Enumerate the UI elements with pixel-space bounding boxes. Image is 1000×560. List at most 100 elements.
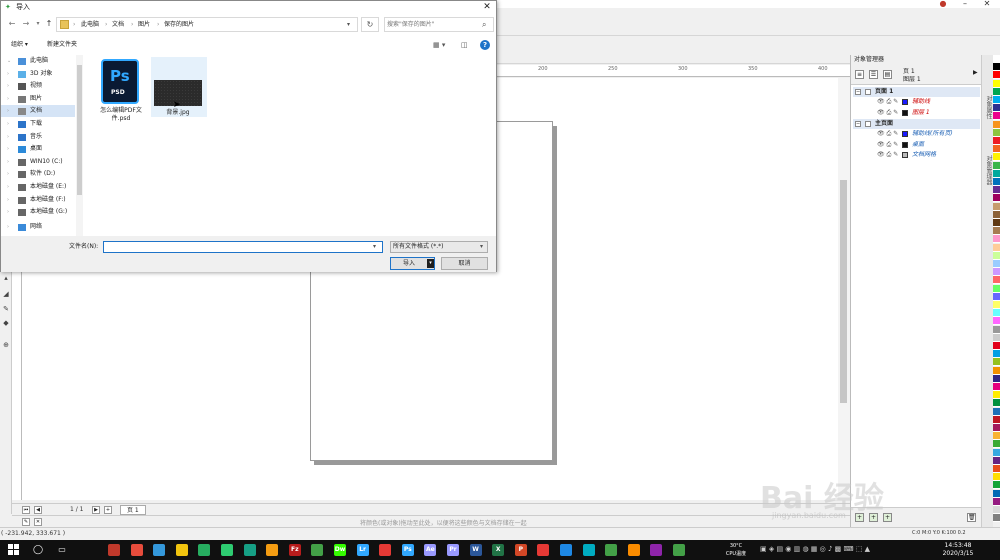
taskbar-app-icon[interactable]	[198, 544, 211, 556]
palette-swatch[interactable]	[993, 424, 1000, 432]
nav-item[interactable]: › WIN10 (C:)	[1, 156, 75, 168]
palette-swatch[interactable]	[993, 456, 1000, 465]
taskbar-app-icon[interactable]	[266, 544, 279, 556]
object-page-row[interactable]: − 主页面	[853, 118, 980, 129]
nav-item[interactable]: › 下载	[1, 118, 75, 130]
palette-swatch[interactable]	[993, 383, 1000, 391]
eyedropper-tool-icon[interactable]: ✎	[2, 305, 10, 313]
eyedropper-icon[interactable]: ✎	[22, 518, 30, 526]
taskbar-app-icon[interactable]	[243, 544, 256, 556]
palette-swatch[interactable]	[993, 276, 1000, 285]
palette-swatch[interactable]	[993, 87, 1000, 96]
import-options-dropdown-icon[interactable]: ▾	[427, 259, 434, 268]
palette-swatch[interactable]	[993, 145, 1000, 154]
interactive-fill-icon[interactable]: ◆	[2, 319, 10, 327]
filetype-select[interactable]: 所有文件格式 (*.*) ▾	[390, 241, 488, 253]
chevron-icon[interactable]: ›	[7, 93, 9, 105]
taskbar-app-icon[interactable]	[379, 544, 392, 556]
address-bar[interactable]: › 此电脑 › 文档 › 图片 › 保存的图片 ▾	[56, 17, 358, 32]
nav-item[interactable]: › 音乐	[1, 131, 75, 143]
windows-start-icon[interactable]	[8, 544, 20, 556]
palette-swatch[interactable]	[993, 391, 1000, 400]
palette-swatch[interactable]	[993, 350, 1000, 359]
palette-swatch[interactable]	[993, 309, 1000, 318]
nav-item[interactable]: › 桌面	[1, 143, 75, 155]
nav-item[interactable]: › 图片	[1, 93, 75, 105]
layer-visibility-icons[interactable]: 👁 ⎙ ✎	[877, 150, 898, 160]
palette-swatch[interactable]	[993, 268, 1000, 277]
palette-swatch[interactable]	[993, 128, 1000, 137]
chevron-icon[interactable]: ›	[7, 143, 9, 155]
vertical-scrollbar-thumb[interactable]	[840, 180, 847, 403]
palette-swatch[interactable]	[993, 473, 1000, 482]
object-page-row[interactable]: − 页面 1	[853, 87, 980, 97]
palette-swatch[interactable]	[993, 260, 1000, 268]
taskbar-app-icon[interactable]	[221, 544, 233, 556]
palette-swatch[interactable]	[993, 489, 1000, 498]
breadcrumb-saved-pictures[interactable]: 保存的图片	[164, 20, 194, 30]
palette-swatch[interactable]	[993, 202, 1000, 211]
recent-locations-icon[interactable]: ▾	[33, 18, 43, 30]
collapse-icon[interactable]: −	[855, 89, 861, 95]
taskbar-app-icon[interactable]	[130, 544, 143, 556]
palette-swatch[interactable]	[993, 407, 1000, 416]
no-color-icon[interactable]: ✕	[34, 518, 42, 526]
palette-swatch[interactable]	[993, 415, 1000, 424]
tab-object-properties[interactable]: 对象属性	[984, 95, 993, 119]
chevron-icon[interactable]: ⌄	[7, 55, 11, 67]
palette-swatch[interactable]	[993, 465, 1000, 473]
palette-swatch[interactable]	[993, 210, 1000, 219]
layer-visibility-icons[interactable]: 👁 ⎙ ✎	[877, 97, 898, 107]
object-layer-row[interactable]: 👁 ⎙ ✎ 辅助线(所有页)	[853, 129, 980, 139]
object-layer-row[interactable]: 👁 ⎙ ✎ 文档网格	[853, 150, 980, 160]
palette-swatch[interactable]	[993, 235, 1000, 244]
up-arrow-icon[interactable]: ↑	[44, 18, 54, 30]
nav-item[interactable]: ⌄ 此电脑	[1, 55, 75, 67]
change-view-icon[interactable]: ▦ ▾	[433, 40, 451, 50]
chevron-icon[interactable]: ›	[7, 118, 9, 130]
search-input[interactable]	[387, 19, 479, 30]
breadcrumb-pictures[interactable]: 图片	[138, 20, 150, 30]
task-view-icon[interactable]: ▭	[56, 544, 68, 556]
chevron-icon[interactable]: ›	[7, 206, 9, 218]
preview-pane-icon[interactable]: ◫	[461, 40, 471, 50]
chevron-icon[interactable]: ›	[7, 80, 9, 92]
import-button[interactable]: 导入 ▾	[390, 257, 435, 270]
palette-swatch[interactable]	[993, 178, 1000, 186]
palette-swatch[interactable]	[993, 514, 1000, 523]
nav-item[interactable]: › 软件 (D:)	[1, 168, 75, 180]
palette-swatch[interactable]	[993, 137, 1000, 145]
tab-object-manager[interactable]: 对象管理器	[984, 155, 993, 185]
palette-swatch[interactable]	[993, 448, 1000, 457]
palette-swatch[interactable]	[993, 440, 1000, 449]
nav-item[interactable]: › 本地磁盘 (F:)	[1, 194, 75, 206]
palette-swatch[interactable]	[993, 153, 1000, 162]
photoshop-file-icon[interactable]: Ps PSD	[101, 59, 139, 104]
taskbar-app-icon[interactable]: W	[469, 544, 482, 556]
organize-button[interactable]: 组织 ▾	[11, 40, 28, 50]
next-page-button[interactable]: ▶	[92, 506, 100, 514]
nav-item[interactable]: › 本地磁盘 (E:)	[1, 181, 75, 193]
palette-swatch[interactable]	[993, 374, 1000, 383]
refresh-icon[interactable]: ↻	[361, 17, 379, 32]
object-layer-row[interactable]: 👁 ⎙ ✎ 图层 1	[853, 108, 980, 118]
taskbar-app-icon[interactable]	[673, 544, 685, 556]
layer-visibility-icons[interactable]: 👁 ⎙ ✎	[877, 129, 898, 139]
forward-arrow-icon[interactable]: →	[21, 18, 31, 30]
palette-swatch[interactable]	[993, 432, 1000, 441]
palette-swatch[interactable]	[993, 169, 1000, 178]
close-icon[interactable]: ✕	[976, 0, 998, 8]
filename-dropdown-icon[interactable]: ▾	[373, 243, 376, 250]
palette-swatch[interactable]	[993, 251, 1000, 260]
prev-page-button[interactable]: ◀	[34, 506, 42, 514]
breadcrumb-documents[interactable]: 文档	[112, 20, 124, 30]
palette-swatch[interactable]	[993, 219, 1000, 227]
layer-color-swatch[interactable]	[902, 109, 908, 116]
taskbar-app-icon[interactable]: Ae	[424, 544, 437, 556]
layer-color-swatch[interactable]	[902, 151, 908, 158]
layer-color-swatch[interactable]	[902, 141, 908, 148]
taskbar-app-icon[interactable]	[537, 544, 550, 556]
chevron-icon[interactable]: ›	[7, 156, 9, 168]
palette-swatch[interactable]	[993, 120, 1000, 129]
minimize-icon[interactable]: –	[954, 0, 976, 8]
